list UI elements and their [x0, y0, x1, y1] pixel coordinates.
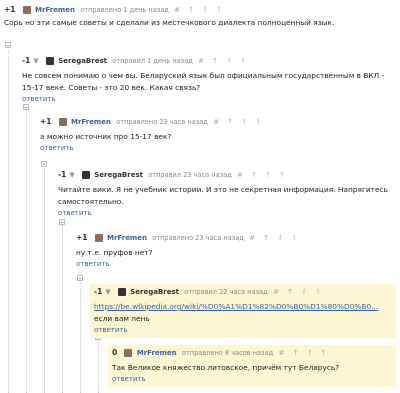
username-link[interactable]: MrFremen	[35, 3, 75, 17]
username-link[interactable]: SeregaBrest	[94, 168, 143, 182]
comment-text: а можно источник про 15-17 век?	[40, 132, 172, 141]
comment-tools[interactable]: # ↑ ↾ ↿	[278, 346, 329, 360]
comment-text: ну т.е. пруфов нет?	[76, 248, 153, 257]
reply-link[interactable]: ответить	[40, 143, 396, 154]
comment-tools[interactable]: # ↑ ↾ ↿	[249, 231, 300, 245]
thread-line	[8, 50, 9, 393]
vote-score: -1 ▼	[22, 56, 39, 65]
user-avatar	[22, 6, 31, 14]
comment-tools[interactable]: # ↑ ↾ ↿	[213, 115, 264, 129]
comment-tools[interactable]: # ↑ ↾ ↿	[174, 3, 225, 17]
username-link[interactable]: SeregaBrest	[58, 54, 107, 68]
vote-down-icon[interactable]: ▼	[33, 57, 38, 65]
username-link[interactable]: MrFremen	[71, 115, 111, 129]
vote-down-icon[interactable]: ▼	[69, 171, 74, 179]
comment-header: -1 ▼ SeregaBrest отправил 1 день назад # …	[22, 54, 396, 68]
reply-link[interactable]: ответить	[94, 325, 392, 336]
timestamp: отправил 22 часа назад	[184, 288, 268, 296]
comment: +1 MrFremen отправлено 23 часа назад # ↑…	[40, 115, 396, 154]
thread-line	[26, 110, 27, 393]
comment-text: Читайте вики. Я не учебник истории. И эт…	[58, 185, 388, 206]
reply-link[interactable]: ответить	[22, 94, 396, 105]
vote-score: +1	[76, 233, 88, 242]
thread-line	[62, 225, 63, 393]
user-avatar	[117, 288, 126, 296]
comment-header: +1 MrFremen отправлено 1 день назад # ↑ …	[4, 3, 396, 17]
reply-link[interactable]: ответить	[58, 208, 396, 219]
comment-text: Так Великое княжество литовское, причём …	[112, 363, 340, 372]
collapse-toggle[interactable]	[41, 161, 47, 167]
comment-tools[interactable]: # ↑ ↾ ↿	[237, 168, 288, 182]
comment-tools[interactable]: # ↑ ↾ ↿	[198, 54, 249, 68]
comment: +1 MrFremen отправлено 1 день назад # ↑ …	[4, 3, 396, 29]
timestamp: отправлено 23 часа назад	[116, 118, 208, 126]
timestamp: отправил 23 часа назад	[148, 171, 232, 179]
vote-down-icon[interactable]: ▼	[105, 288, 110, 296]
vote-score: 0	[112, 348, 118, 357]
reply-link[interactable]: ответить	[76, 259, 396, 270]
comment-tools[interactable]: # ↑ ↾ ↿	[273, 285, 324, 299]
thread-line	[80, 280, 81, 393]
thread-line	[98, 340, 99, 393]
username-link[interactable]: MrFremen	[107, 231, 147, 245]
vote-score: -1 ▼	[58, 170, 75, 179]
thread-line	[44, 168, 45, 393]
reply-link[interactable]: ответить	[112, 374, 392, 385]
comment: 0 MrFremen отправлено 8 часов назад # ↑ …	[108, 345, 396, 387]
user-avatar	[124, 349, 133, 357]
comment-header: 0 MrFremen отправлено 8 часов назад # ↑ …	[112, 346, 392, 360]
user-avatar	[81, 171, 90, 179]
user-avatar	[94, 234, 103, 242]
vote-score: -1 ▼	[94, 287, 111, 296]
wikipedia-link[interactable]: https://be.wikipedia.org/wiki/%D0%A1%D1%…	[94, 302, 378, 311]
comment-text: Не совсем понимаю о чем вы. Беларуский я…	[22, 71, 385, 92]
vote-score: +1	[4, 5, 16, 14]
comment: -1 ▼ SeregaBrest отправил 22 часа назад #…	[90, 284, 396, 338]
username-link[interactable]: MrFremen	[137, 346, 177, 360]
username-link[interactable]: SeregaBrest	[130, 285, 179, 299]
comment-header: +1 MrFremen отправлено 23 часа назад # ↑…	[76, 231, 396, 245]
comment-text: https://be.wikipedia.org/wiki/%D0%A1%D1%…	[94, 301, 392, 313]
comment: +1 MrFremen отправлено 23 часа назад # ↑…	[76, 231, 396, 270]
user-avatar	[45, 57, 54, 65]
timestamp: отправлено 1 день назад	[80, 6, 169, 14]
comment-text: Сорь но эти самые советы и сделали из ме…	[4, 18, 335, 27]
timestamp: отправлено 23 часа назад	[152, 234, 244, 242]
vote-score: +1	[40, 117, 52, 126]
comment: -1 ▼ SeregaBrest отправил 1 день назад # …	[22, 54, 396, 105]
collapse-toggle[interactable]	[77, 275, 83, 281]
collapse-toggle[interactable]	[59, 219, 65, 225]
comment-header: -1 ▼ SeregaBrest отправил 22 часа назад #…	[94, 285, 392, 299]
collapse-toggle[interactable]	[5, 42, 11, 48]
comment-header: +1 MrFremen отправлено 23 часа назад # ↑…	[40, 115, 396, 129]
comment: -1 ▼ SeregaBrest отправил 23 часа назад #…	[58, 168, 396, 219]
timestamp: отправлено 8 часов назад	[181, 349, 274, 357]
comment-text: если вам лень	[94, 314, 150, 323]
user-avatar	[58, 118, 67, 126]
comment-header: -1 ▼ SeregaBrest отправил 23 часа назад #…	[58, 168, 396, 182]
timestamp: отправил 1 день назад	[112, 57, 193, 65]
